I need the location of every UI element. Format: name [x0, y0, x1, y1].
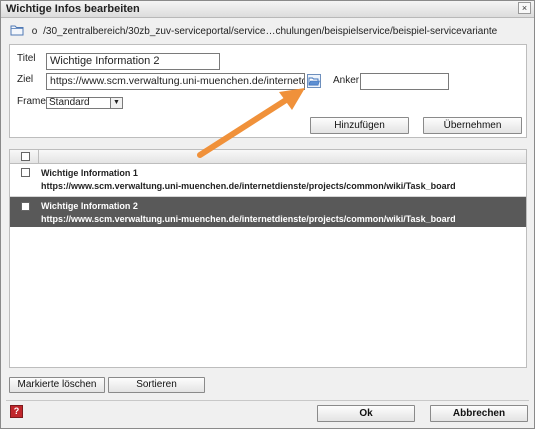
sort-button[interactable]: Sortieren — [108, 377, 205, 393]
path-text: /30_zentralbereich/30zb_zuv-serviceporta… — [43, 26, 498, 38]
item-title: Wichtige Information 1 — [41, 168, 138, 178]
dialog-title: Wichtige Infos bearbeiten — [6, 3, 140, 15]
title-label: Titel — [17, 53, 36, 64]
frame-select[interactable]: Standard ▼ — [46, 97, 123, 109]
folder-icon — [10, 24, 25, 39]
help-icon[interactable]: ? — [10, 405, 23, 418]
header-divider — [38, 150, 39, 163]
item-url: https://www.scm.verwaltung.uni-muenchen.… — [41, 214, 456, 224]
close-icon[interactable]: × — [518, 2, 531, 14]
add-button[interactable]: Hinzufügen — [310, 117, 409, 134]
target-label: Ziel — [17, 74, 34, 85]
path-marker: o — [31, 26, 38, 38]
item-checkbox[interactable] — [21, 202, 30, 211]
item-title: Wichtige Information 2 — [41, 201, 138, 211]
footer-divider — [6, 400, 529, 401]
select-all-checkbox[interactable] — [21, 152, 30, 161]
properties-panel: Titel Wichtige Information 2 Ziel https:… — [9, 44, 527, 138]
anchor-input[interactable] — [360, 73, 449, 90]
target-input[interactable]: https://www.scm.verwaltung.uni-muenchen.… — [46, 73, 305, 90]
list-item-selected[interactable]: Wichtige Information 2 https://www.scm.v… — [10, 197, 526, 227]
frame-select-value: Standard — [49, 97, 90, 108]
folder-open-icon[interactable] — [307, 74, 321, 88]
title-bar: Wichtige Infos bearbeiten × — [1, 1, 534, 18]
breadcrumb: o /30_zentralbereich/30zb_zuv-servicepor… — [10, 24, 497, 38]
dialog-window: Wichtige Infos bearbeiten × o /30_zentra… — [0, 0, 535, 429]
ok-button[interactable]: Ok — [317, 405, 415, 422]
delete-marked-button[interactable]: Markierte löschen — [9, 377, 105, 393]
title-input[interactable]: Wichtige Information 2 — [46, 53, 220, 70]
item-checkbox[interactable] — [21, 168, 30, 177]
cancel-button[interactable]: Abbrechen — [430, 405, 528, 422]
list-item[interactable]: Wichtige Information 1 https://www.scm.v… — [10, 164, 526, 197]
chevron-down-icon[interactable]: ▼ — [110, 98, 122, 108]
anchor-label: Anker — [333, 75, 360, 86]
apply-button[interactable]: Übernehmen — [423, 117, 522, 134]
list-header — [10, 150, 526, 164]
link-list: Wichtige Information 1 https://www.scm.v… — [9, 149, 527, 368]
frame-label: Frame — [17, 96, 46, 107]
item-url: https://www.scm.verwaltung.uni-muenchen.… — [41, 181, 456, 191]
